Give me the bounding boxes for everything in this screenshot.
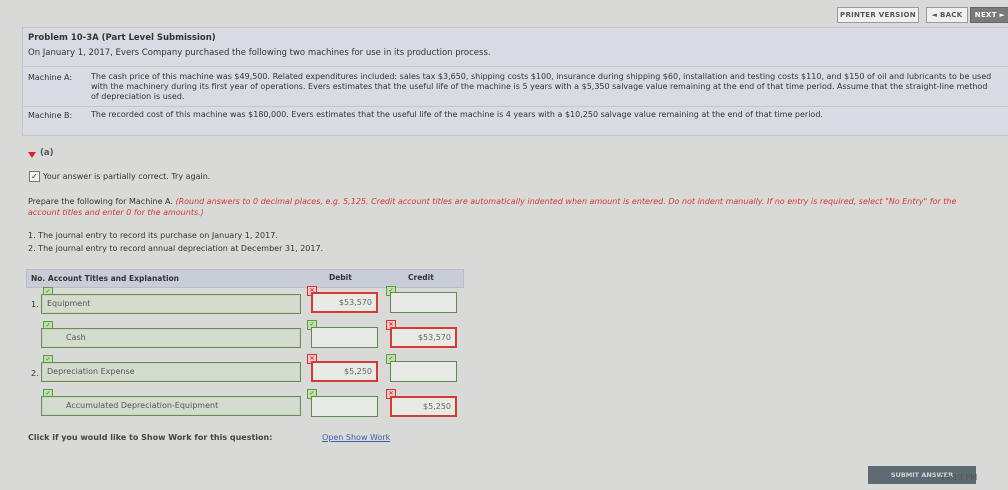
column-credit: Credit [408,273,434,282]
debit-input-row3[interactable]: $5,250 [311,361,378,382]
account-select-depreciation-expense[interactable]: Depreciation Expense [41,362,301,382]
printer-version-button[interactable]: PRINTER VERSION [837,7,919,23]
debit-input-row1[interactable]: $53,570 [311,292,378,313]
partial-check-icon: ✓ [29,171,40,182]
machine-a-text: The cash price of this machine was $49,5… [91,72,992,101]
credit-input-row3[interactable] [390,361,457,382]
debit-input-row4[interactable] [311,396,378,417]
problem-intro: On January 1, 2017, Evers Company purcha… [28,48,491,58]
debit-input-row2[interactable] [311,327,378,348]
account-select-accumulated-depreciation[interactable]: Accumulated Depreciation-Equipment [41,396,301,416]
requirement-item-1: 1. The journal entry to record its purch… [28,231,278,240]
credit-input-row2[interactable]: $53,570 [390,327,457,348]
instructions: Prepare the following for Machine A. (Ro… [28,196,988,218]
machine-b-text: The recorded cost of this machine was $1… [91,110,823,119]
open-show-work-link[interactable]: Open Show Work [322,433,390,442]
divider [22,106,1008,107]
entry-number: 1. [31,300,39,309]
part-label: (a) [40,148,54,158]
column-debit: Debit [329,273,352,282]
column-account-titles: No. Account Titles and Explanation [31,274,180,283]
credit-input-row4[interactable]: $5,250 [390,396,457,417]
requirement-item-2: 2. The journal entry to record annual de… [28,244,324,253]
back-button[interactable]: ◄ BACK [926,7,968,23]
feedback-message: Your answer is partially correct. Try ag… [43,172,211,181]
account-select-equipment[interactable]: Equipment [41,294,301,314]
next-button[interactable]: NEXT ► [970,7,1008,23]
account-select-cash[interactable]: Cash [41,328,301,348]
entry-number: 2. [31,369,39,378]
machine-b-label: Machine B: [28,111,73,120]
system-clock: 10:13 PM [940,473,978,482]
credit-input-row1[interactable] [390,292,457,313]
machine-a-label: Machine A: [28,73,73,82]
problem-title: Problem 10-3A (Part Level Submission) [28,33,216,43]
instructions-text: Prepare the following for Machine A. [28,197,176,206]
collapse-arrow-icon[interactable] [28,152,36,158]
divider [22,66,1008,67]
show-work-prompt: Click if you would like to Show Work for… [28,433,273,442]
